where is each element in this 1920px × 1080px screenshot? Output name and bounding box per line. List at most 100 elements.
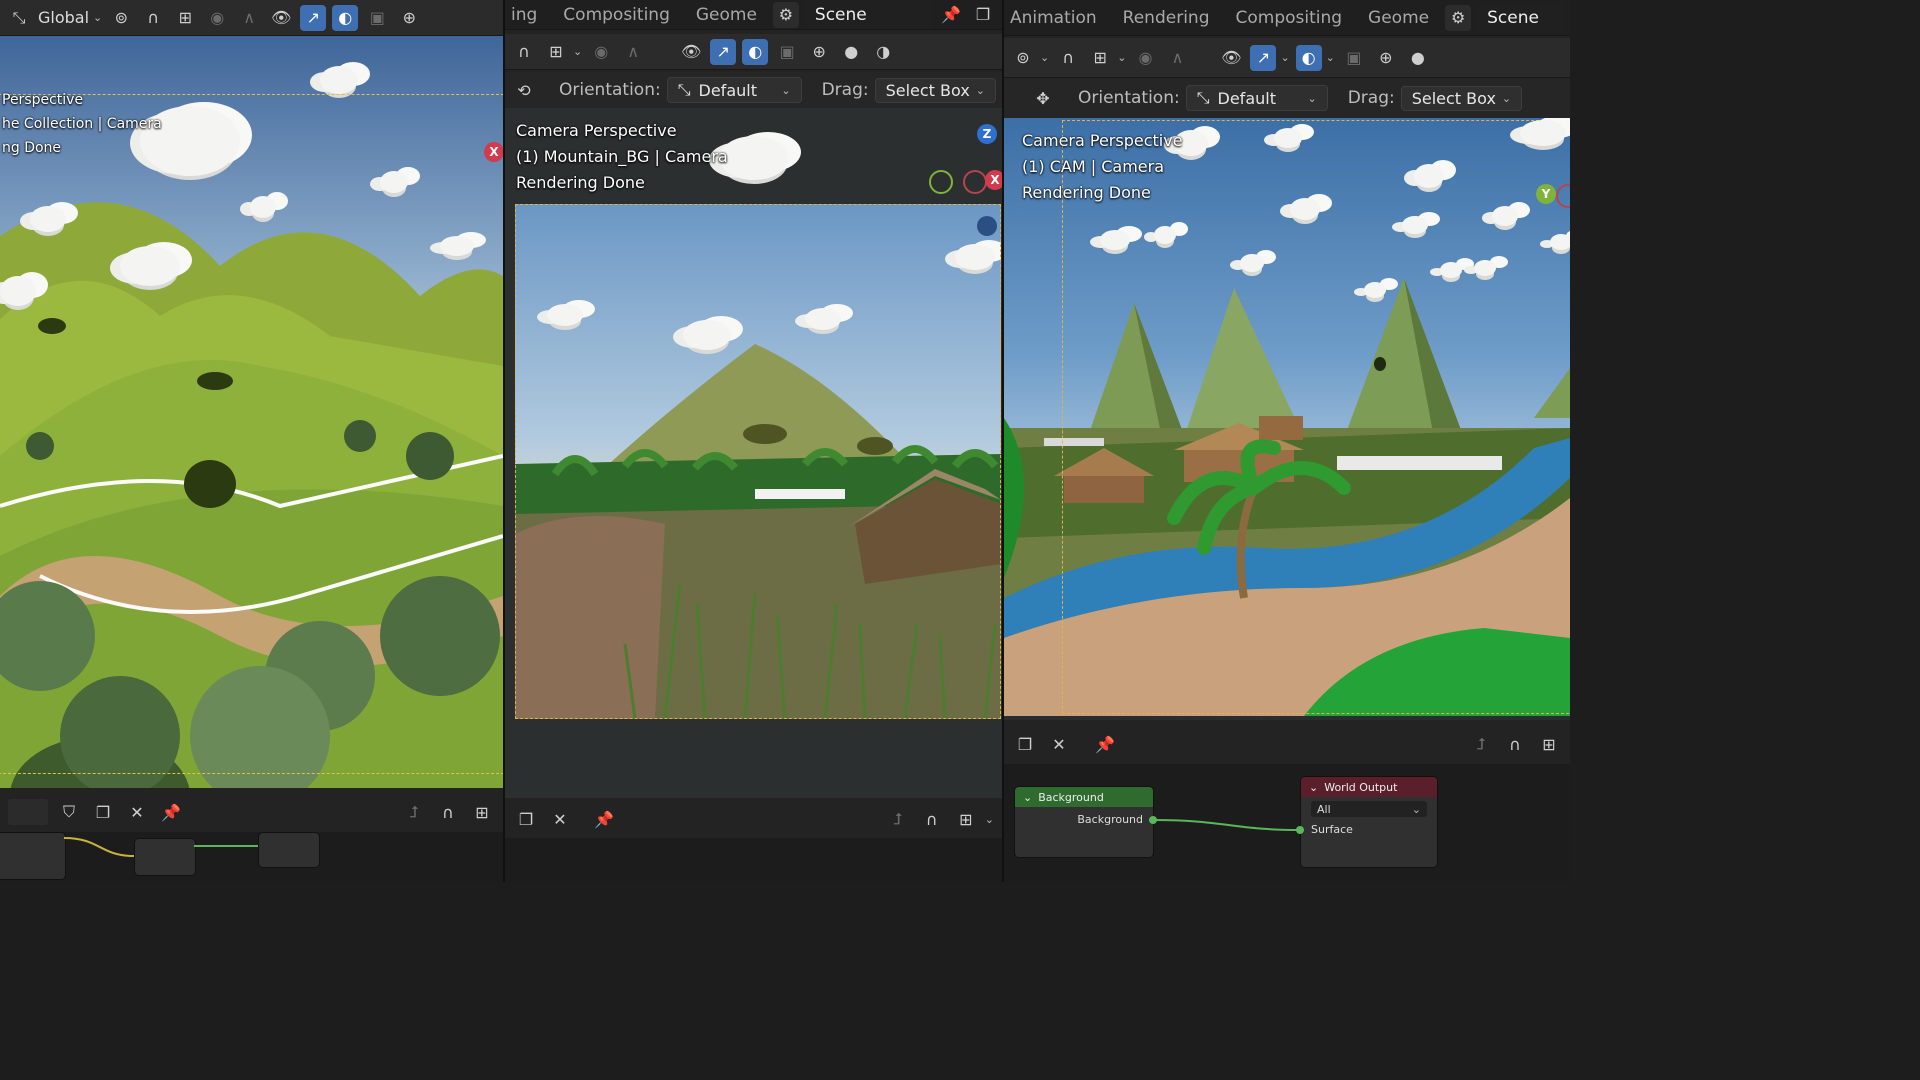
snap-icon[interactable]: ∩: [1055, 45, 1081, 71]
background-output-socket[interactable]: [1149, 816, 1157, 824]
workspace-tab-rendering[interactable]: Rendering: [1113, 8, 1220, 28]
proportional-edit-icon[interactable]: ◉: [588, 39, 614, 65]
snap-grid-icon[interactable]: ⊞: [953, 806, 979, 832]
wireframe-shading-icon[interactable]: ⊕: [1373, 45, 1399, 71]
transform-tool-icon[interactable]: ⟲: [511, 77, 537, 103]
overlay-toggle-icon[interactable]: ◐: [1295, 44, 1322, 71]
node-editor-left[interactable]: [0, 832, 503, 882]
world-output-target-dropdown[interactable]: All ⌄: [1311, 801, 1427, 817]
snap-icon[interactable]: ∩: [919, 806, 945, 832]
world-output-node[interactable]: ⌄ World Output All ⌄ Surface: [1300, 776, 1438, 868]
visibility-icon[interactable]: 👁: [1218, 45, 1244, 71]
solid-shading-icon[interactable]: ●: [838, 39, 864, 65]
background-node[interactable]: ⌄ Background Background: [1014, 786, 1154, 858]
xray-icon[interactable]: ▣: [774, 39, 800, 65]
xray-icon[interactable]: ▣: [1341, 45, 1367, 71]
node-editor-middle[interactable]: [505, 838, 1002, 882]
scene-name-field[interactable]: Scene: [1477, 2, 1564, 33]
new-scene-icon[interactable]: ❐: [970, 2, 996, 28]
snap-grid-icon[interactable]: ⊞: [469, 799, 495, 825]
workspace-tab-animation[interactable]: Animation: [1010, 8, 1107, 28]
snap-increment-icon[interactable]: ⊞: [172, 5, 198, 31]
overlay-toggle-icon[interactable]: ◐: [742, 38, 769, 65]
move-tool-icon[interactable]: ✥: [1030, 85, 1056, 111]
gizmo-z-axis[interactable]: Z: [977, 124, 997, 144]
proportional-edit-icon[interactable]: ◉: [1132, 45, 1158, 71]
node-editor-right[interactable]: ⌄ Background Background ⌄ World Output A…: [1004, 764, 1570, 882]
proportional-edit-icon[interactable]: ◉: [204, 5, 230, 31]
collapse-chevron-icon[interactable]: ⌄: [1309, 781, 1318, 794]
gizmo-x-negative[interactable]: [963, 170, 987, 194]
viewport-render-left[interactable]: Perspective he Collection | Camera ng Do…: [0, 36, 503, 788]
pin-icon[interactable]: 📌: [158, 799, 184, 825]
gizmo-y-negative[interactable]: [929, 170, 953, 194]
visibility-icon[interactable]: 👁: [268, 5, 294, 31]
scene-browse-icon[interactable]: ⚙: [772, 1, 799, 28]
world-output-node-header[interactable]: ⌄ World Output: [1301, 777, 1437, 797]
node-tree-field[interactable]: [8, 799, 48, 825]
parent-node-icon[interactable]: ⮥: [885, 806, 911, 832]
pivot-point-icon[interactable]: ⊚: [108, 5, 134, 31]
solid-shading-icon[interactable]: ●: [1405, 45, 1431, 71]
workspace-tab-compositing[interactable]: Compositing: [553, 5, 680, 25]
wireframe-shading-icon[interactable]: ⊕: [806, 39, 832, 65]
workspace-tab-compositing[interactable]: Compositing: [1225, 8, 1352, 28]
gizmo-x-axis[interactable]: X: [484, 142, 503, 162]
orientation-dropdown[interactable]: ⤡ Default ⌄: [666, 77, 802, 103]
viewport-render-right[interactable]: Camera Perspective (1) CAM | Camera Rend…: [1004, 118, 1570, 720]
snap-increment-icon[interactable]: ⊞: [543, 39, 569, 65]
pivot-point-icon[interactable]: ⊚: [1010, 45, 1036, 71]
snap-icon[interactable]: ∩: [140, 5, 166, 31]
falloff-icon[interactable]: ∧: [1164, 45, 1190, 71]
gizmo-x-axis[interactable]: X: [985, 170, 1002, 190]
falloff-icon[interactable]: ∧: [236, 5, 262, 31]
gizmo-toggle-icon[interactable]: ↗: [1250, 44, 1277, 71]
workspace-tab-geometry[interactable]: Geome: [1358, 8, 1439, 28]
viewport-render-middle[interactable]: Camera Perspective (1) Mountain_BG | Cam…: [505, 108, 1002, 798]
close-icon[interactable]: ✕: [124, 799, 150, 825]
node-editor-header-left: ⛉ ❐ ✕ 📌 ⮥ ∩ ⊞: [0, 792, 503, 832]
overlay-toggle-icon[interactable]: ◐: [332, 4, 359, 31]
orientation-dropdown-left[interactable]: Global: [38, 8, 89, 27]
workspace-tab-shading[interactable]: ing: [511, 5, 547, 25]
parent-node-icon[interactable]: ⮥: [401, 799, 427, 825]
background-node-header[interactable]: ⌄ Background: [1015, 787, 1153, 807]
parent-node-icon[interactable]: ⮥: [1468, 731, 1494, 757]
wireframe-shading-icon[interactable]: ⊕: [396, 5, 422, 31]
snap-icon[interactable]: ∩: [1502, 731, 1528, 757]
duplicate-icon[interactable]: ❐: [1012, 731, 1038, 757]
pin-icon[interactable]: 📌: [938, 2, 964, 28]
gizmo-toggle-icon[interactable]: ↗: [300, 4, 327, 31]
scene-browse-icon[interactable]: ⚙: [1445, 4, 1472, 31]
xray-icon[interactable]: ▣: [364, 5, 390, 31]
surface-input-socket[interactable]: [1296, 826, 1304, 834]
pin-icon[interactable]: 📌: [1092, 731, 1118, 757]
scene-name-field[interactable]: Scene: [804, 0, 932, 29]
gizmo-y-axis[interactable]: Y: [1536, 184, 1556, 204]
gizmo-z-negative[interactable]: [977, 216, 997, 236]
duplicate-icon[interactable]: ❐: [90, 799, 116, 825]
cloud: [1274, 128, 1302, 148]
falloff-icon[interactable]: ∧: [620, 39, 646, 65]
pin-icon[interactable]: 📌: [591, 806, 617, 832]
orientation-dropdown[interactable]: ⤡ Default ⌄: [1185, 85, 1328, 111]
close-icon[interactable]: ✕: [1046, 731, 1072, 757]
snap-increment-icon[interactable]: ⊞: [1087, 45, 1113, 71]
visibility-icon[interactable]: 👁: [678, 39, 704, 65]
overlay-line-object: (1) Mountain_BG | Camera: [516, 147, 728, 166]
drag-dropdown[interactable]: Select Box ⌄: [1400, 85, 1523, 111]
duplicate-icon[interactable]: ❐: [513, 806, 539, 832]
gizmo-toggle-icon[interactable]: ↗: [710, 38, 737, 65]
close-icon[interactable]: ✕: [547, 806, 573, 832]
viewport-header-right: ⊚ ⌄ ∩ ⊞ ⌄ ◉ ∧ 👁 ↗ ⌄ ◐ ⌄ ▣ ⊕ ●: [1004, 38, 1570, 78]
workspace-tab-geometry[interactable]: Geome: [686, 5, 767, 25]
shield-icon[interactable]: ⛉: [56, 799, 82, 825]
collapse-chevron-icon[interactable]: ⌄: [1023, 791, 1032, 804]
transform-orientation-icon[interactable]: ⤡: [6, 5, 32, 31]
overlay-line-view: Camera Perspective: [516, 121, 677, 140]
material-shading-icon[interactable]: ◑: [870, 39, 896, 65]
drag-dropdown[interactable]: Select Box ⌄: [874, 77, 996, 103]
snap-icon[interactable]: ∩: [511, 39, 537, 65]
snap-icon[interactable]: ∩: [435, 799, 461, 825]
snap-grid-icon[interactable]: ⊞: [1536, 731, 1562, 757]
